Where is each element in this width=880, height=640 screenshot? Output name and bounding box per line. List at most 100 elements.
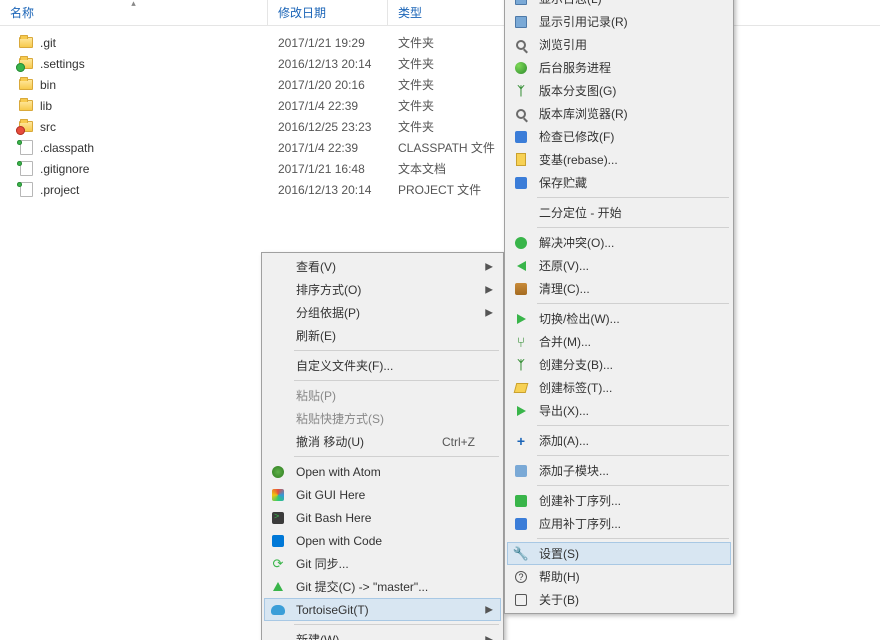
branch-icon: ᛉ [513, 357, 529, 373]
file-name-cell: src [0, 119, 268, 135]
mainMenu-item[interactable]: 分组依据(P)▶ [264, 301, 501, 324]
globe-icon [513, 60, 529, 76]
subMenu-item[interactable]: 还原(V)... [507, 254, 731, 277]
file-row[interactable]: .settings2016/12/13 20:14文件夹 [0, 53, 880, 74]
subMenu-item[interactable]: 显示引用记录(R) [507, 10, 731, 33]
subMenu-item[interactable]: 后台服务进程 [507, 56, 731, 79]
column-header-name[interactable]: 名称 ▴ [0, 0, 268, 25]
file-name-cell: bin [0, 77, 268, 93]
green-dot-icon [513, 235, 529, 251]
mainMenu-item[interactable]: 撤消 移动(U)Ctrl+Z [264, 430, 501, 453]
subMenu-item[interactable]: 创建标签(T)... [507, 376, 731, 399]
subMenu-item[interactable]: 浏览引用 [507, 33, 731, 56]
subMenu-item[interactable]: 解决冲突(O)... [507, 231, 731, 254]
subMenu-item[interactable]: 🔧设置(S) [507, 542, 731, 565]
menu-item-label: Open with Code [296, 534, 382, 548]
subMenu-item[interactable]: 变基(rebase)... [507, 148, 731, 171]
menu-item-label: 查看(V) [296, 258, 336, 275]
mainMenu-item[interactable]: 自定义文件夹(F)... [264, 354, 501, 377]
file-icon [18, 182, 34, 198]
file-name-cell: .git [0, 35, 268, 51]
subMenu-item[interactable]: 二分定位 - 开始 [507, 201, 731, 224]
menu-separator [294, 380, 499, 381]
mainMenu-item[interactable]: Git Bash Here [264, 506, 501, 529]
atom-icon [270, 464, 286, 480]
column-header-date[interactable]: 修改日期 [268, 0, 388, 25]
subMenu-item[interactable]: 关于(B) [507, 588, 731, 611]
brush-icon [513, 281, 529, 297]
mainMenu-item[interactable]: 新建(W)▶ [264, 628, 501, 640]
subMenu-item[interactable]: 版本库浏览器(R) [507, 102, 731, 125]
file-row[interactable]: bin2017/1/20 20:16文件夹 [0, 74, 880, 95]
subMenu-item[interactable]: 创建补丁序列... [507, 489, 731, 512]
blank-icon [270, 282, 286, 298]
subMenu-item[interactable]: 显示日志(L) [507, 0, 731, 10]
menu-item-label: 显示引用记录(R) [539, 13, 628, 30]
mainMenu-item[interactable]: TortoiseGit(T)▶ [264, 598, 501, 621]
file-name-label: bin [40, 78, 56, 92]
subMenu-item[interactable]: ᛉ版本分支图(G) [507, 79, 731, 102]
column-header-name-label: 名称 [10, 4, 34, 21]
context-menu-main: 查看(V) ▶ 排序方式(O)▶分组依据(P)▶刷新(E) 自定义文件夹(F)... 粘… [261, 252, 504, 640]
about-icon [513, 592, 529, 608]
file-date-cell: 2017/1/21 16:48 [268, 162, 388, 176]
subMenu-item[interactable]: 导出(X)... [507, 399, 731, 422]
column-header-type[interactable]: 类型 [388, 0, 508, 25]
mainMenu-item[interactable]: 刷新(E) [264, 324, 501, 347]
patch-a-icon [513, 516, 529, 532]
subMenu-item[interactable]: 检查已修改(F) [507, 125, 731, 148]
mainMenu-item[interactable]: Git GUI Here [264, 483, 501, 506]
menu-item-label: 合并(M)... [539, 333, 591, 350]
subMenu-item[interactable]: 保存贮藏 [507, 171, 731, 194]
subMenu-item[interactable]: 添加子模块... [507, 459, 731, 482]
file-row[interactable]: .git2017/1/21 19:29文件夹 [0, 32, 880, 53]
folder-icon [18, 119, 34, 135]
menu-item-label: Git Bash Here [296, 511, 371, 525]
menu-item-label: 保存贮藏 [539, 174, 587, 191]
menu-separator [537, 197, 729, 198]
help-icon: ? [513, 569, 529, 585]
puzzle-icon [513, 463, 529, 479]
file-icon [18, 161, 34, 177]
file-row[interactable]: src2016/12/25 23:23文件夹 [0, 116, 880, 137]
blank-icon [270, 434, 286, 450]
magnify-icon [513, 37, 529, 53]
file-row[interactable]: lib2017/1/4 22:39文件夹 [0, 95, 880, 116]
menu-item-label: 检查已修改(F) [539, 128, 614, 145]
file-name-label: .classpath [40, 141, 94, 155]
subMenu-item[interactable]: ⑂合并(M)... [507, 330, 731, 353]
file-list: .git2017/1/21 19:29文件夹.settings2016/12/1… [0, 26, 880, 206]
menu-item-label: 帮助(H) [539, 568, 580, 585]
subMenu-item[interactable]: 切换/检出(W)... [507, 307, 731, 330]
mainMenu-item[interactable]: ⟳Git 同步... [264, 552, 501, 575]
subMenu-item[interactable]: 应用补丁序列... [507, 512, 731, 535]
file-row[interactable]: .project2016/12/13 20:14PROJECT 文件 [0, 179, 880, 200]
folder-icon [18, 35, 34, 51]
arrow-green-r-icon [513, 403, 529, 419]
subMenu-item[interactable]: +添加(A)... [507, 429, 731, 452]
menu-item-label: 创建标签(T)... [539, 379, 612, 396]
subMenu-item[interactable]: ᛉ创建分支(B)... [507, 353, 731, 376]
menu-separator [537, 538, 729, 539]
mainMenu-item[interactable]: Git 提交(C) -> "master"... [264, 575, 501, 598]
subMenu-item[interactable]: 清理(C)... [507, 277, 731, 300]
menu-item-shortcut: Ctrl+Z [442, 435, 475, 449]
file-name-label: .git [40, 36, 56, 50]
column-headers: 名称 ▴ 修改日期 类型 [0, 0, 880, 26]
submenu-arrow-icon: ▶ [485, 261, 493, 272]
menu-item-label: 粘贴(P) [296, 387, 336, 404]
subMenu-item[interactable]: ? 帮助(H) [507, 565, 731, 588]
mainMenu-item[interactable]: 查看(V) ▶ [264, 255, 501, 278]
menu-item-label: 排序方式(O) [296, 281, 361, 298]
menu-separator [537, 425, 729, 426]
branch-icon: ᛉ [513, 83, 529, 99]
file-row[interactable]: .classpath2017/1/4 22:39CLASSPATH 文件 [0, 137, 880, 158]
mainMenu-item[interactable]: Open with Atom [264, 460, 501, 483]
file-row[interactable]: .gitignore2017/1/21 16:48文本文档 [0, 158, 880, 179]
menu-separator [537, 485, 729, 486]
column-header-date-label: 修改日期 [278, 4, 326, 21]
mainMenu-item[interactable]: Open with Code [264, 529, 501, 552]
file-name-label: .settings [40, 57, 85, 71]
mainMenu-item[interactable]: 排序方式(O)▶ [264, 278, 501, 301]
arrow-green-r-icon [513, 311, 529, 327]
